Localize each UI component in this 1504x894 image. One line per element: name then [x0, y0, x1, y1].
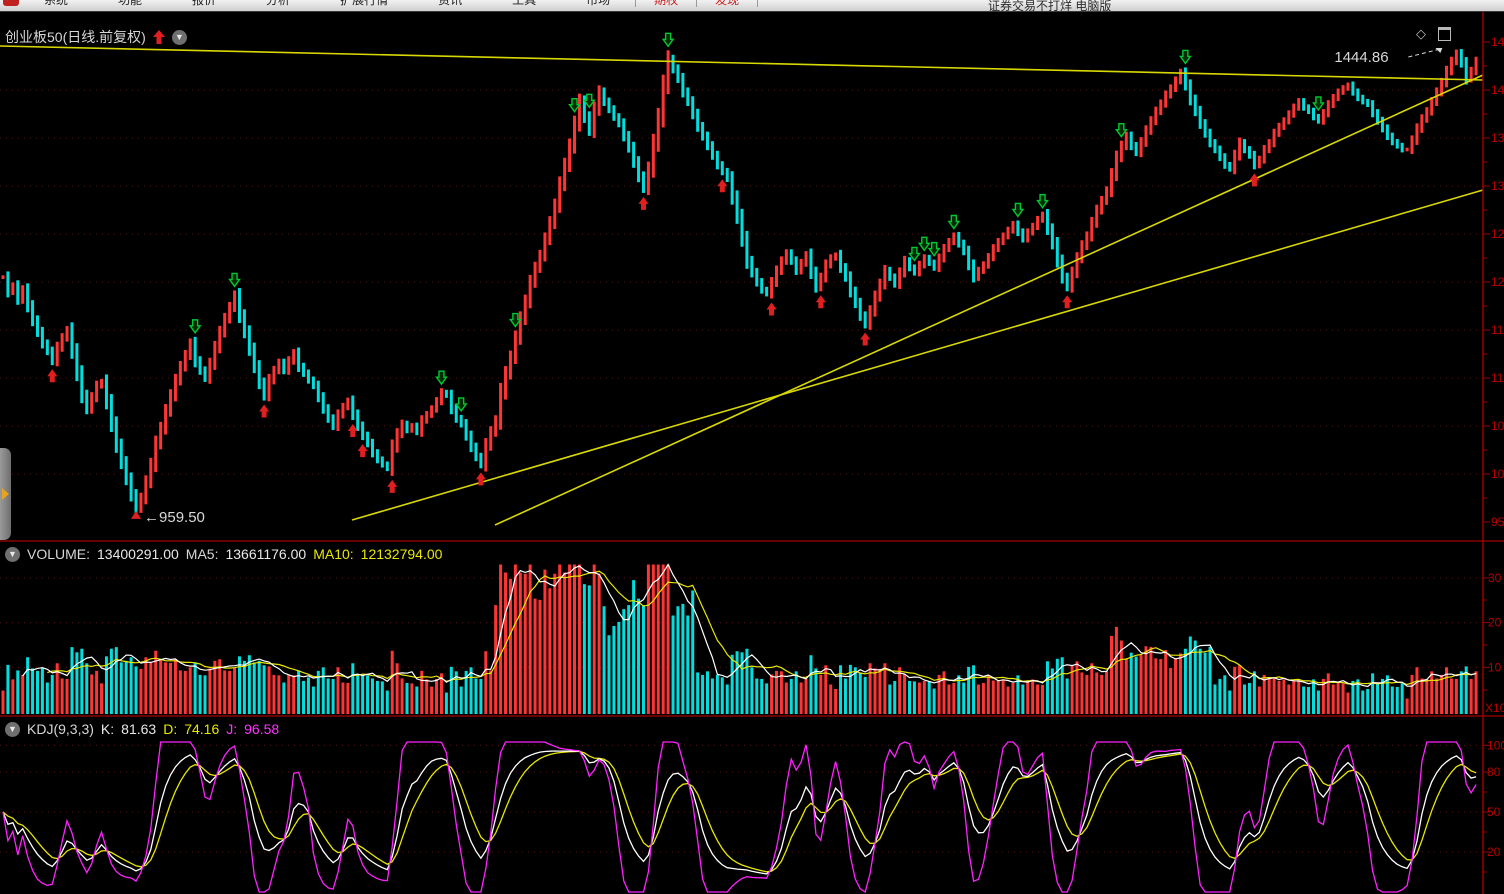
kdj-k-value: 81.63	[121, 721, 156, 737]
sell-signal-icon	[1038, 195, 1048, 208]
axis-label: 1000	[1491, 467, 1504, 481]
axis-label: 950	[1491, 515, 1504, 529]
volume-bars	[3, 564, 1476, 714]
kdj-k-label: K:	[101, 721, 114, 737]
high-annotation: 1444.86	[1334, 49, 1388, 66]
axis-label: 1350	[1491, 131, 1504, 145]
app-logo-icon	[3, 0, 19, 6]
expand-arrow-icon	[2, 488, 9, 500]
annotations: ←959.50 1444.86	[131, 48, 1442, 526]
menu-separator	[757, 0, 758, 7]
axis-label: 1400	[1491, 83, 1504, 97]
kdj-j-label: J:	[226, 721, 237, 737]
axis-label: 30	[1488, 571, 1502, 585]
volume-unit-label: X10	[1485, 701, 1504, 715]
diamond-tool-icon[interactable]: ◇	[1416, 26, 1426, 42]
sell-signal-icon	[663, 33, 673, 46]
sell-signal-icon	[919, 237, 929, 250]
buy-signal-icon	[816, 295, 826, 308]
menu-items: 系统功能报价分析扩展行情资讯工具市场期权发现	[19, 0, 758, 8]
menubar-promo-text: 证券交易不打烊 电脑版	[988, 0, 1111, 12]
maximize-pane-icon[interactable]	[1438, 27, 1451, 41]
buy-signal-icon	[767, 303, 777, 316]
volume-label: VOLUME:	[27, 546, 90, 562]
axis-label: 1050	[1491, 419, 1504, 433]
sidebar-expand-handle[interactable]	[0, 448, 11, 540]
candlesticks	[3, 49, 1476, 513]
kdj-k-line	[3, 751, 1476, 874]
volume-collapse-chevron-icon[interactable]: ▼	[5, 547, 20, 562]
trading-app-window: 系统功能报价分析扩展行情资讯工具市场期权发现 证券交易不打烊 电脑版 ←959.…	[0, 0, 1504, 894]
menu-bar: 系统功能报价分析扩展行情资讯工具市场期权发现 证券交易不打烊 电脑版	[0, 0, 1504, 12]
volume-ma5-label: MA5:	[186, 546, 219, 562]
chart-title-row: 创业板50(日线.前复权) ▼	[5, 27, 187, 47]
menu-item-0[interactable]: 系统	[19, 0, 93, 8]
buy-signal-icon	[259, 405, 269, 418]
volume-header: ▼ VOLUME: 13400291.00 MA5: 13661176.00 M…	[5, 546, 442, 562]
buy-signal-icon	[1249, 173, 1259, 186]
axis-label: 1250	[1491, 227, 1504, 241]
sell-signal-icon	[949, 215, 959, 228]
sell-signal-icon	[1013, 203, 1023, 216]
sell-signal-icon	[1180, 50, 1190, 63]
menu-item-6[interactable]: 工具	[487, 0, 561, 8]
price-axis: 1450140013501300125012001150110010501000…	[0, 11, 1504, 894]
axis-label: 1200	[1491, 275, 1504, 289]
low-annotation: ←959.50	[144, 509, 205, 526]
menu-item-1[interactable]: 功能	[93, 0, 167, 8]
buy-signal-icon	[47, 369, 57, 382]
axis-label: 1300	[1491, 179, 1504, 193]
buy-signal-icon	[860, 332, 870, 345]
buy-signal-icon	[1062, 295, 1072, 308]
kdj-j-value: 96.58	[244, 721, 279, 737]
chart-canvas[interactable]: ←959.50 1444.86 1450 1400 1350 1300 1250 1200 11…	[0, 0, 1504, 894]
sell-signal-icon	[190, 320, 200, 333]
collapse-chevron-icon[interactable]: ▼	[172, 30, 187, 45]
menu-item-8[interactable]: 期权	[636, 0, 696, 8]
kdj-d-line	[3, 751, 1476, 871]
buy-signal-icon	[638, 197, 648, 210]
kdj-d-label: D:	[163, 721, 177, 737]
menu-item-3[interactable]: 分析	[241, 0, 315, 8]
menu-item-5[interactable]: 资讯	[413, 0, 487, 8]
trend-up-icon	[153, 30, 165, 44]
axis-label: 20	[1487, 845, 1501, 859]
sell-signal-icon	[230, 273, 240, 286]
axis-label: 10	[1488, 660, 1502, 674]
kdj-header: ▼ KDJ(9,3,3) K: 81.63 D: 74.16 J: 96.58	[5, 721, 279, 737]
volume-ma10-value: 12132794.00	[361, 546, 443, 562]
chart-corner-tools: ◇	[1416, 26, 1451, 42]
axis-label: 50	[1487, 805, 1501, 819]
chart-title: 创业板50(日线.前复权)	[5, 27, 146, 47]
axis-label: 1100	[1491, 371, 1504, 385]
kdj-d-value: 74.16	[184, 721, 219, 737]
axis-label: 1450	[1491, 35, 1504, 49]
volume-value: 13400291.00	[97, 546, 179, 562]
menu-item-2[interactable]: 报价	[167, 0, 241, 8]
axis-label: 100	[1487, 738, 1504, 752]
volume-ma10-label: MA10:	[313, 546, 353, 562]
menu-item-4[interactable]: 扩展行情	[315, 0, 413, 8]
volume-ma10-line	[47, 571, 1476, 684]
signal-arrows	[47, 33, 1323, 493]
axis-label: 20	[1488, 616, 1502, 630]
trendlines	[0, 46, 1483, 525]
menu-item-9[interactable]: 发现	[697, 0, 757, 8]
sell-signal-icon	[436, 371, 446, 384]
buy-signal-icon	[387, 480, 397, 493]
volume-ma5-value: 13661176.00	[225, 546, 306, 562]
axis-label: 80	[1487, 765, 1501, 779]
kdj-collapse-chevron-icon[interactable]: ▼	[5, 722, 20, 737]
gridlines	[0, 90, 1483, 852]
axis-label: 1150	[1491, 323, 1504, 337]
kdj-label: KDJ(9,3,3)	[27, 721, 94, 737]
menu-item-7[interactable]: 市场	[561, 0, 635, 8]
